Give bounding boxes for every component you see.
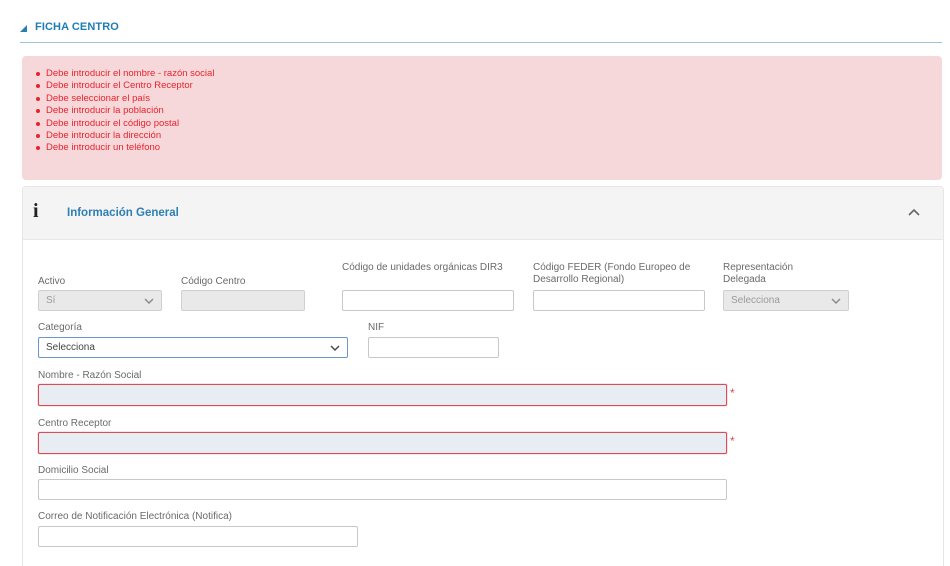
nombre-label: Nombre - Razón Social <box>38 370 142 381</box>
error-message: Debe introducir la población <box>36 105 942 117</box>
chevron-down-icon <box>330 345 340 351</box>
centro-receptor-input[interactable] <box>38 432 727 454</box>
panel-title: Información General <box>67 207 179 219</box>
section-header[interactable]: FICHA CENTRO <box>20 12 942 43</box>
activo-select[interactable]: Sí <box>38 290 162 311</box>
centro-receptor-label: Centro Receptor <box>38 418 112 429</box>
domicilio-social-input[interactable] <box>38 479 727 500</box>
feder-label: Código FEDER (Fondo Europeo de Desarroll… <box>533 262 691 285</box>
error-message: Debe introducir el Centro Receptor <box>36 80 942 92</box>
dir3-input[interactable] <box>342 290 514 311</box>
correo-label: Correo de Notificación Electrónica (Noti… <box>38 511 232 522</box>
codigo-centro-label: Código Centro <box>181 276 246 287</box>
panel-header[interactable]: i Información General <box>23 187 943 240</box>
error-message: Debe introducir el nombre - razón social <box>36 68 942 80</box>
activo-label: Activo <box>38 276 66 287</box>
error-message: Debe introducir un teléfono <box>36 142 942 154</box>
categoria-select[interactable]: Selecciona <box>38 337 348 358</box>
codigo-centro-input[interactable] <box>181 290 305 311</box>
chevron-down-icon <box>831 298 841 304</box>
representacion-select[interactable]: Selecciona <box>723 290 849 311</box>
error-alert: Debe introducir el nombre - razón social… <box>22 56 942 180</box>
error-message: Debe introducir el código postal <box>36 118 942 130</box>
feder-input[interactable] <box>533 290 705 311</box>
error-message: Debe introducir la dirección <box>36 130 942 142</box>
required-marker: * <box>730 434 735 448</box>
chevron-up-icon[interactable] <box>906 205 922 217</box>
nombre-razon-social-input[interactable] <box>38 384 727 406</box>
nif-label: NIF <box>368 322 385 333</box>
dir3-label: Código de unidades orgánicas DIR3 <box>342 262 503 273</box>
representacion-label: Representación Delegada <box>723 262 794 285</box>
error-list: Debe introducir el nombre - razón social… <box>36 68 942 155</box>
nif-input[interactable] <box>368 337 499 358</box>
collapse-triangle-icon <box>20 24 27 32</box>
required-marker: * <box>730 386 735 400</box>
info-icon: i <box>33 200 39 222</box>
domicilio-label: Domicilio Social <box>38 465 109 476</box>
categoria-label: Categoría <box>38 322 82 333</box>
general-info-panel: i Información General <box>22 186 944 566</box>
correo-notificacion-input[interactable] <box>38 526 358 547</box>
error-message: Debe seleccionar el país <box>36 93 942 105</box>
chevron-down-icon <box>144 298 154 304</box>
section-title: FICHA CENTRO <box>35 21 119 33</box>
